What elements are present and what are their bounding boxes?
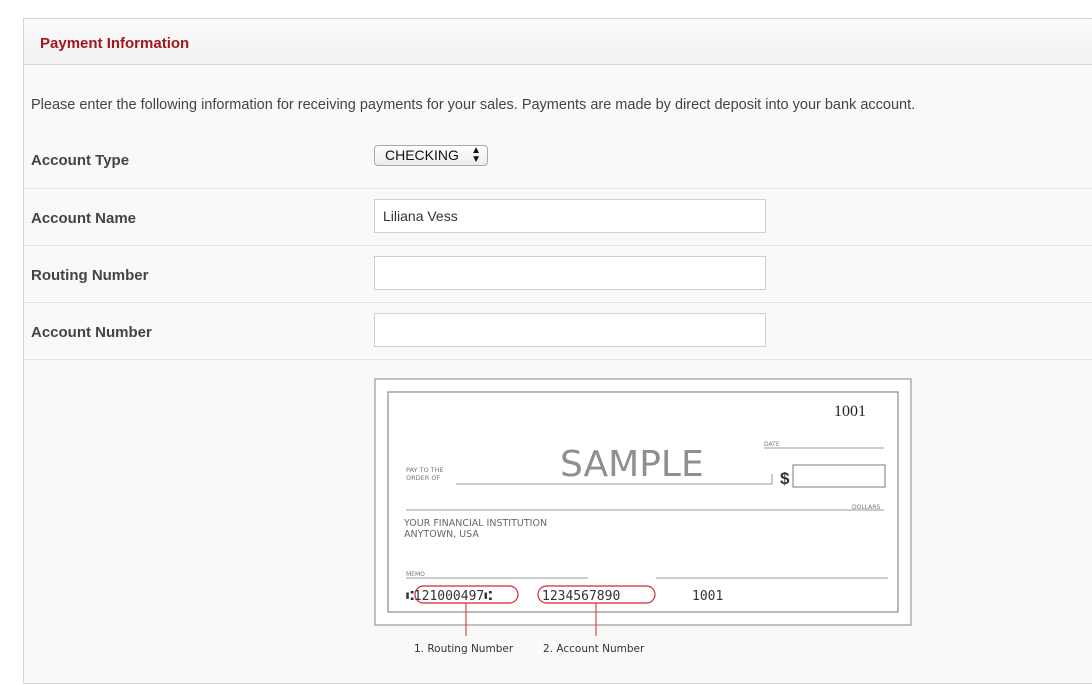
- account-name-input[interactable]: [374, 199, 766, 233]
- routing-number-label: Routing Number: [31, 267, 149, 284]
- pay-to-label-2: ORDER OF: [406, 474, 440, 482]
- payment-information-panel: Payment Information Please enter the fol…: [23, 18, 1092, 684]
- account-type-row: Account Type: [24, 132, 1092, 189]
- intro-text: Please enter the following information f…: [31, 97, 916, 113]
- dollars-label: DOLLARS: [852, 504, 880, 511]
- micr-account: 1234567890: [542, 589, 620, 604]
- dollar-sign: $: [780, 469, 790, 488]
- institution-city: ANYTOWN, USA: [404, 529, 479, 540]
- institution-name: YOUR FINANCIAL INSTITUTION: [403, 518, 547, 529]
- account-type-label: Account Type: [31, 152, 130, 169]
- date-label: DATE: [764, 441, 780, 448]
- account-number-label: Account Number: [31, 324, 152, 341]
- account-number-input[interactable]: [374, 313, 766, 347]
- sample-watermark: SAMPLE: [560, 444, 704, 485]
- select-arrows-icon: ▲ ▼: [471, 145, 481, 165]
- micr-routing: ⑆121000497⑆: [406, 589, 492, 604]
- callout-account-label: 2. Account Number: [543, 643, 645, 655]
- panel-header: Payment Information: [24, 19, 1092, 65]
- micr-check-number: 1001: [692, 589, 723, 604]
- callout-routing-label: 1. Routing Number: [414, 643, 514, 655]
- check-number: 1001: [834, 403, 866, 420]
- sample-check-svg: 1001 DATE PAY TO THE ORDER OF SAMPLE $ D…: [374, 378, 912, 655]
- memo-label: MEMO: [406, 571, 425, 578]
- routing-number-input[interactable]: [374, 256, 766, 290]
- account-type-value: CHECKING: [385, 147, 459, 163]
- account-type-select[interactable]: CHECKING ▲ ▼: [374, 145, 488, 166]
- pay-to-label-1: PAY TO THE: [406, 466, 444, 474]
- account-name-label: Account Name: [31, 210, 137, 227]
- sample-check-illustration: 1001 DATE PAY TO THE ORDER OF SAMPLE $ D…: [374, 378, 914, 668]
- panel-title: Payment Information: [40, 35, 190, 52]
